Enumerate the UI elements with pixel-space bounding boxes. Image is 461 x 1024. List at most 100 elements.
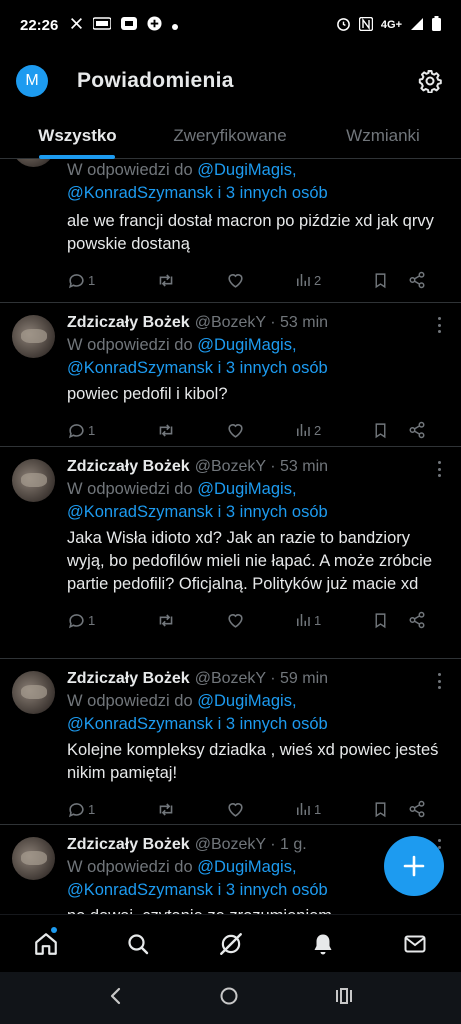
nfc-icon — [358, 16, 374, 34]
recents-button[interactable] — [334, 987, 354, 1010]
tab-verified[interactable]: Zweryfikowane — [155, 112, 305, 158]
reply-prefix: W odpowiedzi do — [67, 336, 193, 354]
user-handle-time: @BozekY · 53 min — [194, 314, 329, 331]
mention-link[interactable]: @KonradSzymansk i 3 innych osób — [67, 184, 328, 202]
tab-all[interactable]: Wszystko — [0, 112, 155, 159]
compose-button[interactable] — [384, 836, 444, 896]
notifications-feed[interactable]: W odpowiedzi do @DugiMagis, @KonradSzyma… — [0, 159, 461, 914]
reply-count: 1 — [88, 272, 96, 288]
more-options-icon[interactable] — [433, 317, 445, 333]
share-icon — [409, 421, 425, 439]
user-avatar[interactable] — [12, 837, 55, 880]
plus-icon — [403, 855, 425, 877]
post-text: Kolejne kompleksy dziadka , wieś xd powi… — [67, 741, 439, 782]
reply-count: 1 — [88, 422, 96, 438]
share-button[interactable] — [408, 421, 426, 439]
settings-gear-icon[interactable] — [415, 66, 445, 96]
mention-link[interactable]: @KonradSzymansk i 3 innych osób — [67, 503, 328, 521]
views-count: 1 — [314, 801, 322, 817]
bookmark-icon — [375, 801, 386, 817]
back-button[interactable] — [108, 987, 124, 1010]
post-actions: 1 2 — [67, 406, 445, 452]
more-options-icon[interactable] — [433, 461, 445, 477]
post-item[interactable]: W odpowiedzi do @DugiMagis, @KonradSzyma… — [0, 159, 461, 303]
user-name[interactable]: Zdziczały Bożek — [67, 455, 190, 478]
bookmark-button[interactable] — [372, 800, 408, 819]
bookmark-button[interactable] — [372, 611, 408, 630]
heart-icon — [228, 273, 243, 288]
nav-search[interactable] — [92, 915, 184, 973]
game-icon — [147, 16, 162, 34]
user-avatar[interactable] — [12, 159, 55, 167]
mention-link[interactable]: @DugiMagis, — [197, 161, 296, 179]
mention-link[interactable]: @KonradSzymansk i 3 innych osób — [67, 359, 328, 377]
post-item[interactable]: Zdziczały Bożek @BozekY · 53 min W odpow… — [0, 447, 461, 659]
user-name[interactable]: Zdziczały Bożek — [67, 311, 190, 334]
views-button[interactable]: 2 — [294, 421, 372, 439]
home-icon — [35, 932, 57, 955]
views-button[interactable]: 2 — [294, 271, 372, 289]
share-button[interactable] — [408, 800, 426, 818]
recents-icon — [335, 987, 352, 1004]
reply-icon — [68, 273, 84, 288]
share-button[interactable] — [408, 271, 426, 289]
reply-prefix: W odpowiedzi do — [67, 161, 193, 179]
reply-button[interactable]: 1 — [67, 271, 156, 290]
user-name[interactable]: Zdziczały Bożek — [67, 667, 190, 690]
mention-link[interactable]: @KonradSzymansk i 3 innych osób — [67, 881, 328, 899]
mention-link[interactable]: @KonradSzymansk i 3 innych osób — [67, 715, 328, 733]
user-avatar[interactable] — [12, 459, 55, 502]
like-button[interactable] — [226, 271, 294, 290]
like-button[interactable] — [226, 421, 294, 440]
views-chart-icon — [297, 274, 310, 286]
reply-count: 1 — [88, 612, 96, 628]
reply-button[interactable]: 1 — [67, 611, 156, 630]
reply-context: W odpowiedzi do @DugiMagis, @KonradSzyma… — [67, 334, 445, 380]
retweet-button[interactable] — [156, 611, 226, 630]
status-bar: 22:26 4G+ — [0, 0, 461, 50]
more-options-icon[interactable] — [433, 673, 445, 689]
nav-notifications[interactable] — [277, 915, 369, 973]
retweet-button[interactable] — [156, 421, 226, 440]
views-chart-icon — [297, 424, 310, 436]
retweet-icon — [159, 423, 173, 437]
user-name[interactable]: Zdziczały Bożek — [67, 833, 190, 856]
reply-button[interactable]: 1 — [67, 421, 156, 440]
back-chevron-icon — [110, 987, 120, 1004]
mention-link[interactable]: @DugiMagis, — [197, 336, 296, 354]
bookmark-button[interactable] — [372, 421, 408, 440]
views-button[interactable]: 1 — [294, 611, 372, 629]
post-meta: Zdziczały Bożek @BozekY · 59 min — [67, 667, 445, 690]
account-avatar[interactable]: M — [16, 65, 48, 97]
user-handle-time: @BozekY · 1 g. — [194, 836, 307, 853]
home-circle-icon — [220, 987, 237, 1004]
home-button[interactable] — [219, 986, 239, 1011]
bookmark-icon — [375, 422, 386, 438]
nav-grok[interactable] — [184, 915, 276, 973]
battery-icon — [432, 16, 441, 34]
reply-button[interactable]: 1 — [67, 800, 156, 819]
mention-link[interactable]: @DugiMagis, — [197, 858, 296, 876]
user-avatar[interactable] — [12, 671, 55, 714]
system-navigation-bar — [0, 972, 461, 1024]
nav-messages[interactable] — [369, 915, 461, 973]
user-handle-time: @BozekY · 59 min — [194, 670, 329, 687]
tab-mentions[interactable]: Wzmianki — [305, 112, 461, 158]
nav-home[interactable] — [0, 915, 92, 973]
mention-link[interactable]: @DugiMagis, — [197, 692, 296, 710]
retweet-icon — [159, 613, 173, 627]
share-button[interactable] — [408, 611, 426, 629]
post-item[interactable]: Zdziczały Bożek @BozekY · 53 min W odpow… — [0, 303, 461, 447]
reply-prefix: W odpowiedzi do — [67, 480, 193, 498]
post-item[interactable]: Zdziczały Bożek @BozekY · 59 min W odpow… — [0, 659, 461, 825]
vodafone-icon — [92, 17, 113, 33]
like-button[interactable] — [226, 611, 294, 630]
user-avatar[interactable] — [12, 315, 55, 358]
like-button[interactable] — [226, 800, 294, 819]
mention-link[interactable]: @DugiMagis, — [197, 480, 296, 498]
retweet-button[interactable] — [156, 800, 226, 819]
views-button[interactable]: 1 — [294, 800, 372, 818]
retweet-button[interactable] — [156, 271, 226, 290]
notification-tabs: Wszystko Zweryfikowane Wzmianki — [0, 112, 461, 159]
bookmark-button[interactable] — [372, 271, 408, 290]
